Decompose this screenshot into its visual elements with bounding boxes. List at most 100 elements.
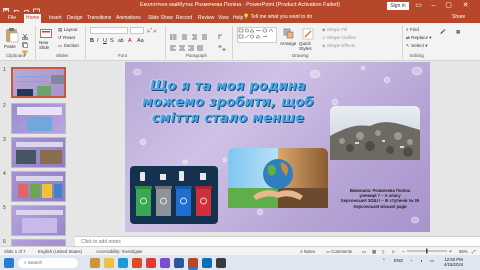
clock[interactable]: 12:50 PM 4/15/2024 (444, 257, 463, 267)
current-slide[interactable]: Що я та моя родина можемо зробити, щоб с… (125, 62, 430, 232)
font-name-select[interactable] (90, 27, 128, 34)
tab-animations[interactable]: Animations (114, 14, 143, 23)
notes-placeholder: Click to add notes (81, 239, 121, 245)
language-switch[interactable]: ENG (394, 258, 403, 263)
powerpoint-window: Екологічне майбутнє Розмочева Поліна - P… (0, 0, 480, 270)
windows-start-icon[interactable] (4, 258, 14, 268)
slide-thumbnail-4[interactable] (11, 171, 66, 202)
word-icon[interactable] (174, 258, 184, 268)
ribbon-separator (35, 26, 36, 59)
maximize-icon[interactable]: ▢ (442, 0, 455, 12)
tab-slide-show[interactable]: Slide Show (146, 14, 175, 23)
file-explorer-icon[interactable] (104, 258, 114, 268)
garbage-dump-image[interactable] (330, 106, 420, 160)
close-icon[interactable]: ✕ (459, 0, 472, 12)
font-size-buttons[interactable]: A+ A- (147, 27, 158, 34)
windows-taskbar: ⌕ Search ⌃ ENG ◔ ◖ ▭ 12:50 PM 4/15/2024 (0, 255, 480, 270)
bold-button[interactable]: B (90, 38, 94, 44)
tab-insert[interactable]: Insert (47, 14, 64, 23)
volume-icon[interactable]: ◖ (420, 258, 423, 263)
find-button[interactable]: ⌕ Find (406, 27, 419, 32)
ribbon-separator (85, 26, 86, 59)
underline-button[interactable]: U (103, 38, 107, 44)
title-line-2: можемо зробити, щоб (142, 95, 314, 110)
language-indicator[interactable]: English (United States) (38, 249, 82, 254)
slide-thumbnail-2[interactable] (11, 103, 66, 134)
notes-button[interactable]: ≡ Notes (300, 249, 315, 254)
cursor-icon: ↖ (406, 43, 410, 48)
shape-fill-label: Shape Fill (326, 27, 348, 32)
change-case-button[interactable]: Aa (137, 38, 144, 44)
tab-file[interactable]: File (6, 14, 18, 23)
outlook-icon[interactable] (202, 258, 212, 268)
slide-thumbnail-5[interactable] (11, 205, 66, 236)
tab-view[interactable]: View (216, 14, 231, 23)
share-button[interactable]: Share (452, 13, 465, 22)
author-info[interactable]: Виконала: Розмочева Поліна учениця 7 – А… (330, 188, 430, 209)
svg-text:———————: ——————— (17, 79, 45, 84)
thumbnail-number: 6 (3, 239, 6, 245)
ribbon-separator (402, 26, 403, 59)
select-button[interactable]: ↖ Select ▾ (406, 43, 428, 49)
recycle-bins-image[interactable] (130, 166, 218, 224)
ribbon-display-options-icon[interactable]: ▭ (412, 0, 425, 12)
tab-design[interactable]: Design (65, 14, 85, 23)
store-icon[interactable] (216, 258, 226, 268)
wifi-icon[interactable]: ◔ (410, 258, 413, 263)
new-slide-button[interactable]: New Slide (39, 40, 54, 50)
arrange-button[interactable]: Arrange (280, 41, 296, 46)
reset-button[interactable]: ↺ Reset (58, 35, 75, 41)
paste-button[interactable]: Paste (4, 44, 16, 49)
slide-title[interactable]: Що я та моя родина можемо зробити, щоб с… (133, 79, 323, 127)
taskbar-search-box[interactable]: ⌕ Search (18, 258, 78, 268)
replace-button[interactable]: ⇄ Replace ▾ (406, 35, 432, 41)
powerpoint-taskbar-icon[interactable] (188, 258, 198, 268)
layout-button[interactable]: ▤ Layout (58, 27, 77, 33)
tab-record[interactable]: Record (174, 14, 194, 23)
tab-transitions[interactable]: Transitions (85, 14, 113, 23)
teams-icon[interactable] (160, 258, 170, 268)
find-label: Find (409, 27, 419, 32)
shape-effects-button[interactable]: ◈ Shape Effects (322, 43, 355, 49)
edge-icon[interactable] (118, 258, 128, 268)
ribbon-tabs: File Home Insert Design Transitions Anim… (0, 12, 480, 23)
designer-button[interactable]: ▦ (456, 29, 460, 35)
dictate-button[interactable]: 🎤 (440, 29, 446, 35)
tell-me-search[interactable]: 💡 Tell me what you want to do (243, 13, 312, 22)
shape-outline-label: Shape Outline (326, 35, 356, 40)
slides-group-label: Slides (56, 53, 69, 58)
earth-in-hands-image[interactable] (228, 148, 328, 208)
tray-chevron-icon[interactable]: ⌃ (382, 258, 386, 264)
slide-thumbnail-1[interactable]: ——————— ——————— (11, 67, 66, 98)
shape-fill-button[interactable]: ◆ Shape Fill (322, 27, 347, 33)
section-label: Section (63, 43, 79, 48)
opera-icon[interactable] (146, 258, 156, 268)
city-widget-icon[interactable] (90, 258, 100, 268)
zoom-level[interactable]: 65% (459, 249, 468, 254)
format-painter-icon[interactable] (22, 43, 28, 61)
tab-review[interactable]: Review (196, 14, 216, 23)
chrome-icon[interactable] (132, 258, 142, 268)
tab-home[interactable]: Home (24, 14, 42, 23)
section-button[interactable]: ▭ Section (58, 43, 79, 49)
notes-pane[interactable]: Click to add notes (75, 236, 480, 246)
title-line-3: сміття стало менше (151, 111, 305, 126)
minimize-icon[interactable]: – (427, 0, 440, 12)
shapes-gallery[interactable] (237, 27, 277, 43)
italic-button[interactable]: I (97, 38, 99, 44)
quick-styles-button[interactable]: Quick Styles (299, 41, 317, 51)
slide-thumbnail-panel[interactable]: 1 ——————— ——————— 2 3 4 5 6 (0, 61, 75, 270)
font-size-select[interactable] (130, 27, 144, 34)
accessibility-checker[interactable]: Accessibility: Investigate (96, 249, 143, 254)
fit-to-window-icon[interactable]: ⤢ (472, 249, 475, 254)
character-spacing-button[interactable]: ab (118, 38, 124, 44)
sign-in-button[interactable]: Sign in (387, 2, 409, 10)
slide-thumbnail-3[interactable] (11, 137, 66, 168)
lightbulb-icon: 💡 (243, 14, 250, 20)
strikethrough-button[interactable]: S (110, 38, 114, 44)
smartart-icon[interactable] (218, 38, 226, 56)
shape-outline-button[interactable]: ◇ Shape Outline (322, 35, 356, 41)
battery-icon[interactable]: ▭ (430, 258, 434, 264)
font-color-button[interactable]: A (128, 38, 132, 44)
search-icon: ⌕ (24, 260, 27, 265)
